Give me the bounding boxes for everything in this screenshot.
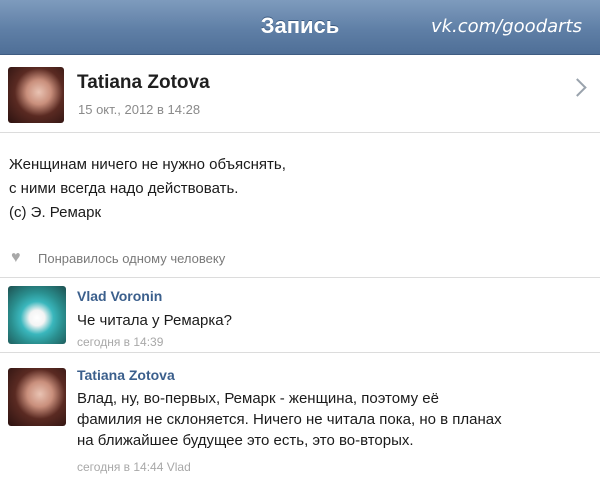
comment-text-line: Влад, ну, во-первых, Ремарк - женщина, п… (77, 390, 439, 407)
comment-meta: сегодня в 14:44 Vlad (77, 460, 191, 474)
post-text-line: Женщинам ничего не нужно объяснять, (9, 156, 286, 173)
chevron-right-icon[interactable] (568, 78, 587, 97)
comment-avatar[interactable] (8, 286, 66, 344)
post-author-name[interactable]: Tatiana Zotova (77, 72, 210, 94)
watermark: vk.com/goodarts (430, 16, 582, 37)
comment-author[interactable]: Tatiana Zotova (77, 367, 175, 383)
comment-text-line: фамилия не склоняется. Ничего не читала … (77, 411, 502, 428)
heart-icon: ♥ (11, 249, 21, 266)
likes-text: Понравилось одному человеку (38, 251, 226, 266)
post-date: 15 окт., 2012 в 14:28 (78, 102, 201, 117)
likes-row[interactable]: ♥ Понравилось одному человеку (0, 239, 600, 278)
comment-text-line: на ближайшее будущее это есть, это во-вт… (77, 432, 414, 449)
comment-text: Влад, ну, во-первых, Ремарк - женщина, п… (77, 388, 502, 451)
post-text-line: с ними всегда надо действовать. (9, 180, 239, 197)
post-text-line: (с) Э. Ремарк (9, 204, 102, 221)
comment-avatar[interactable] (8, 368, 66, 426)
comment-text: Че читала у Ремарка? (77, 310, 232, 331)
post-text: Женщинам ничего не нужно объяснять, с ни… (9, 153, 286, 225)
author-avatar[interactable] (8, 67, 64, 123)
post-header[interactable]: Tatiana Zotova 15 окт., 2012 в 14:28 (0, 55, 600, 133)
comment-author[interactable]: Vlad Voronin (77, 288, 162, 304)
comment-text-line: Че читала у Ремарка? (77, 312, 232, 329)
comment-item: Vlad Voronin Че читала у Ремарка? сегодн… (0, 278, 600, 353)
navbar: Запись vk.com/goodarts (0, 0, 600, 55)
comment-item: Tatiana Zotova Влад, ну, во-первых, Рема… (0, 353, 600, 482)
comment-meta: сегодня в 14:39 (77, 335, 164, 349)
